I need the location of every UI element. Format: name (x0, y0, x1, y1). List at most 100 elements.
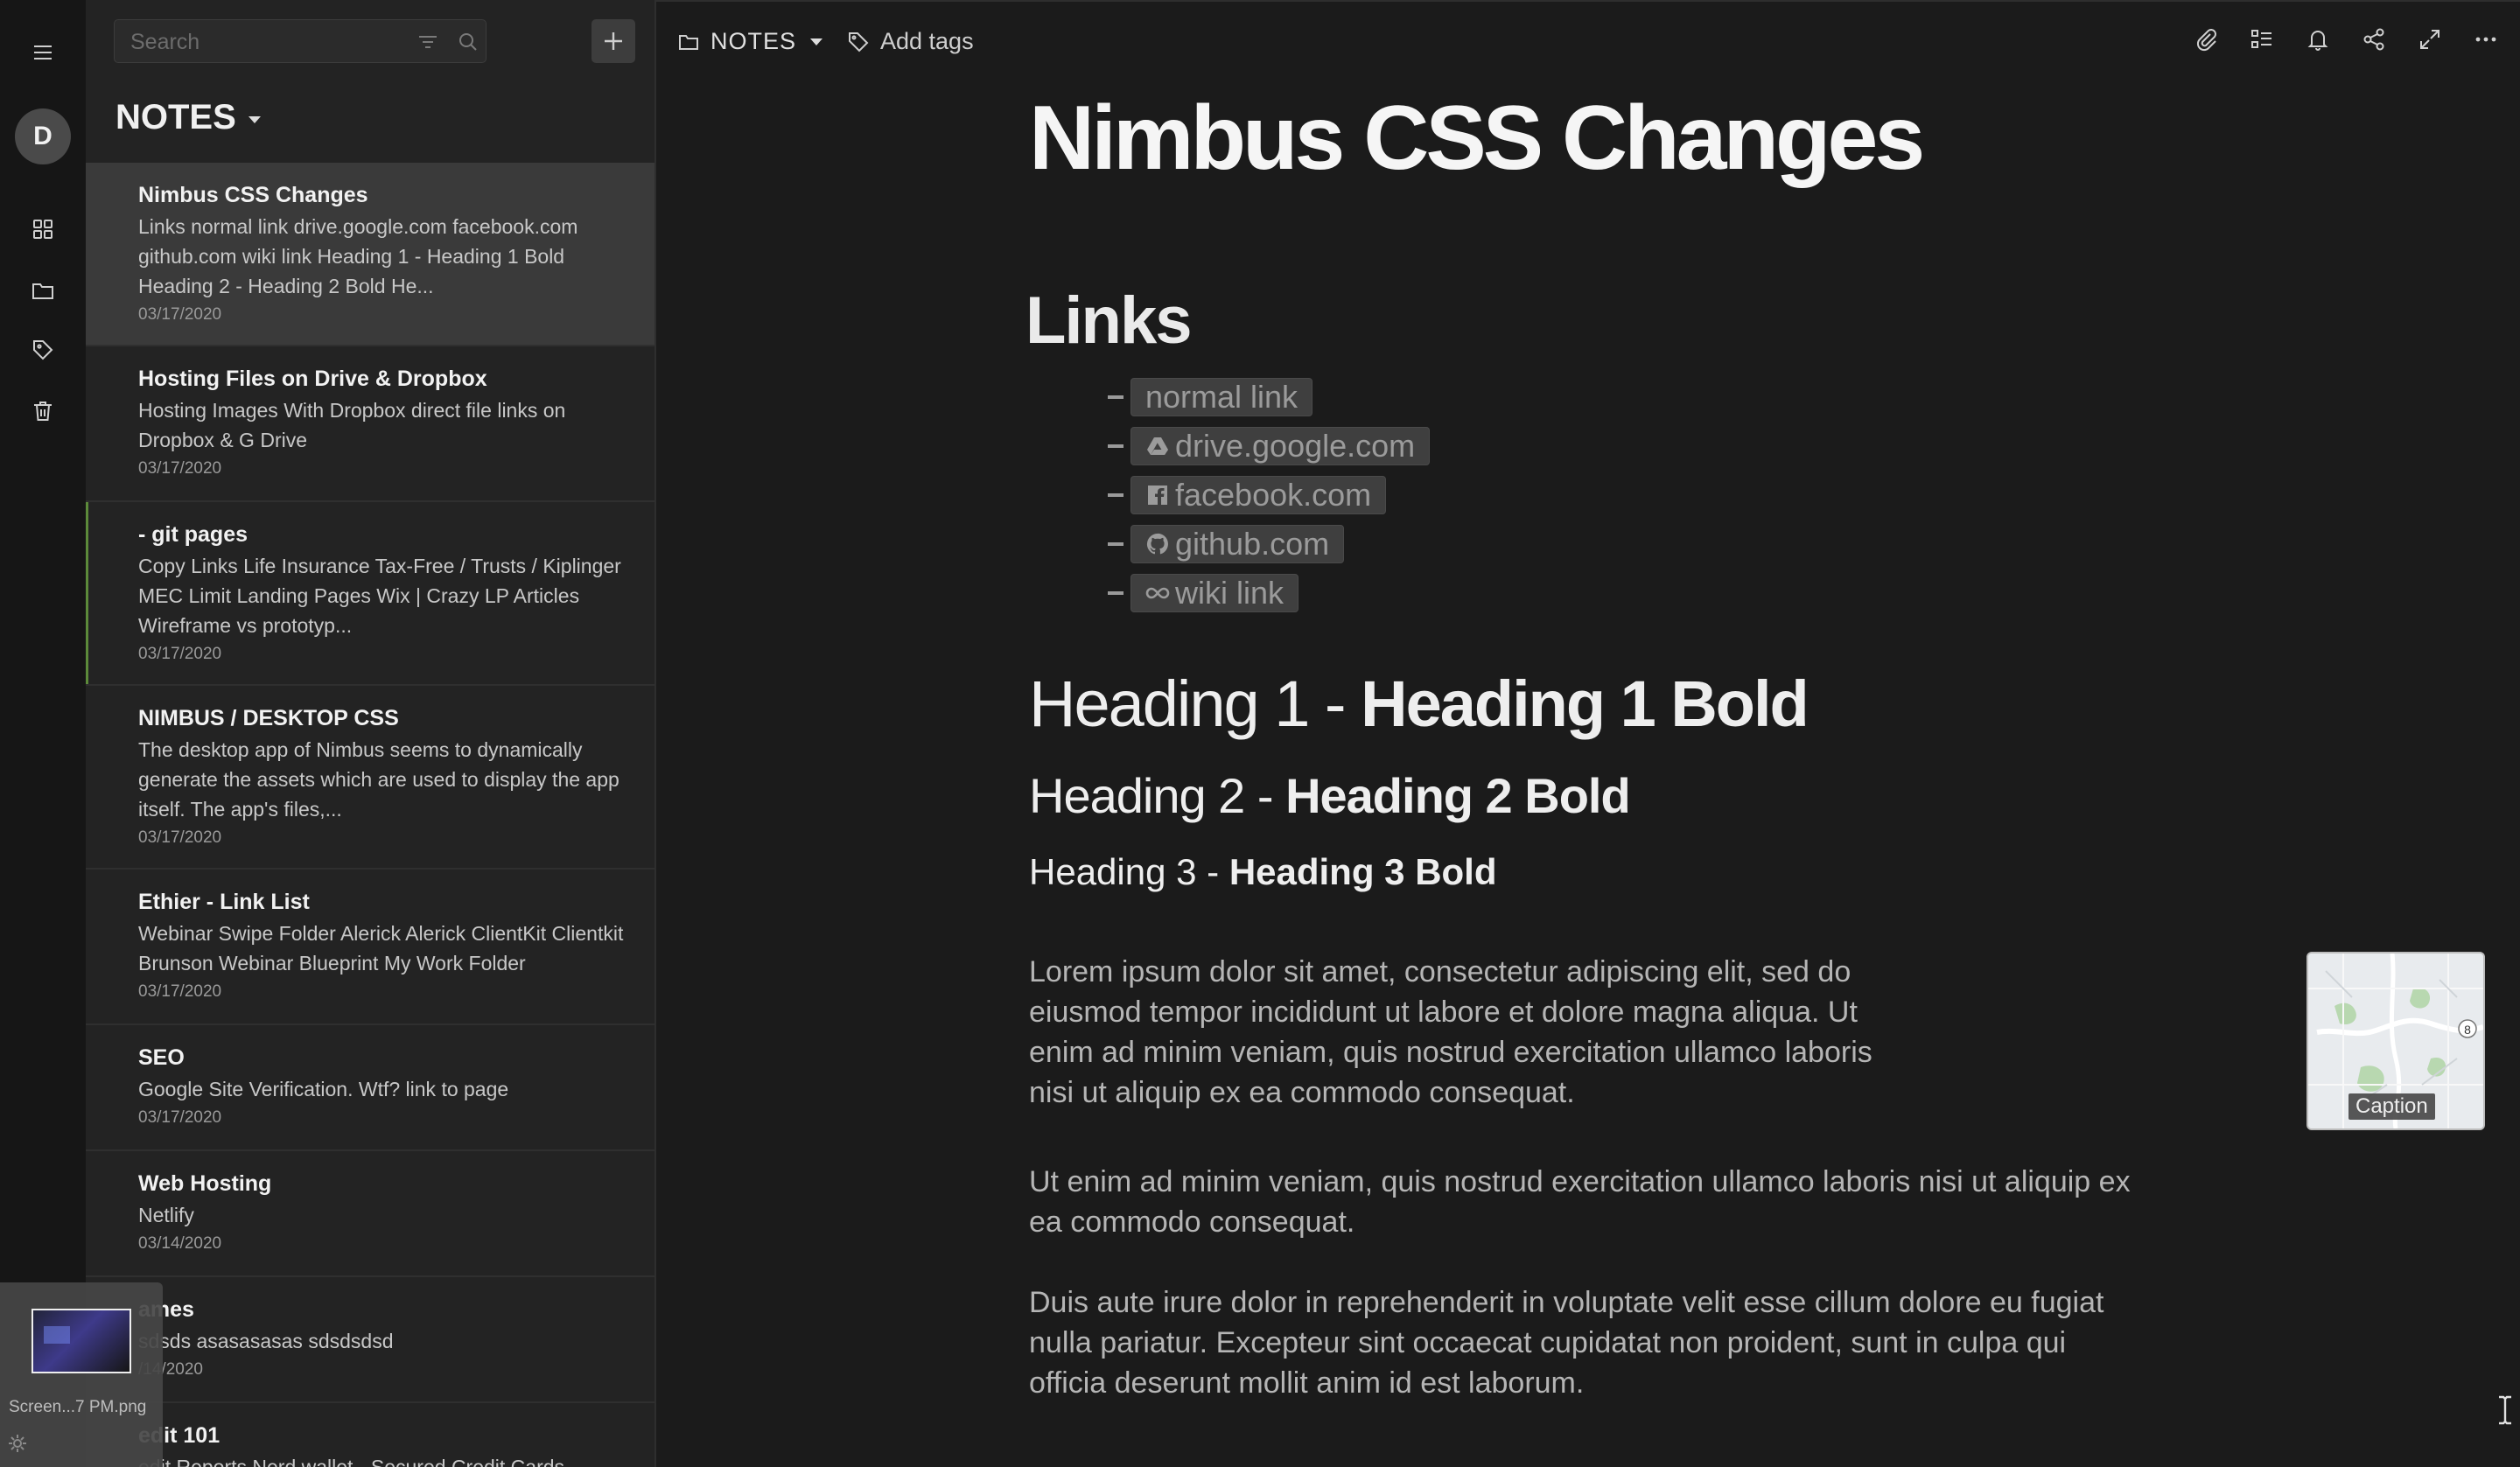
facebook-icon (1148, 486, 1167, 505)
list-dash (1108, 591, 1124, 595)
trash-icon[interactable] (25, 394, 60, 429)
note-item[interactable]: ames sdsds asasasasas sdsdsdsd /14/2020 (86, 1277, 654, 1403)
github-link[interactable]: github.com (1130, 525, 1345, 563)
route-number: 8 (2464, 1023, 2471, 1037)
top-divider (656, 0, 2520, 2)
note-preview: Webinar Swipe Folder Alerick Alerick Cli… (138, 922, 624, 975)
facebook-link[interactable]: facebook.com (1130, 476, 1387, 514)
link-label: github.com (1175, 526, 1330, 562)
heading-2: Heading 2 - Heading 2 Bold (1029, 766, 1631, 826)
list-item: facebook.com (1108, 476, 1387, 514)
add-tags-button[interactable]: Add tags (847, 28, 974, 55)
search-box (114, 19, 486, 64)
note-preview: sdsds asasasasas sdsdsdsd (138, 1330, 394, 1352)
left-rail: D (0, 0, 87, 1467)
search-icon[interactable] (456, 30, 480, 54)
more-icon[interactable] (2473, 26, 2499, 52)
list-dash (1108, 395, 1124, 399)
folder-name: NOTES (710, 28, 797, 54)
link-label: wiki link (1175, 575, 1284, 611)
folder-icon[interactable] (25, 273, 60, 308)
note-date: 03/17/2020 (138, 1108, 222, 1127)
links-heading: Links (1026, 283, 1192, 358)
note-item[interactable]: Nimbus CSS Changes Links normal link dri… (86, 163, 654, 346)
bell-icon[interactable] (2305, 26, 2331, 52)
note-date: 03/17/2020 (138, 982, 222, 1001)
list-dash (1108, 542, 1124, 546)
page-title[interactable]: Nimbus CSS Changes (1029, 86, 1925, 191)
share-icon[interactable] (2361, 26, 2387, 52)
list-title-text: NOTES (116, 98, 236, 136)
infinity-icon (1145, 587, 1170, 599)
dashboard-icon[interactable] (25, 212, 60, 247)
note-preview: The desktop app of Nimbus seems to dynam… (138, 738, 620, 821)
note-title: ames (138, 1297, 194, 1322)
note-title: Web Hosting (138, 1171, 272, 1196)
attachment-icon[interactable] (2193, 26, 2219, 52)
expand-icon[interactable] (2417, 26, 2443, 52)
notes-list: Nimbus CSS Changes Links normal link dri… (86, 163, 654, 1467)
normal-link[interactable]: normal link (1130, 378, 1313, 416)
note-title: - git pages (138, 522, 248, 547)
link-label: facebook.com (1175, 477, 1372, 513)
list-dash (1108, 493, 1124, 497)
folder-breadcrumb[interactable]: NOTES (677, 28, 823, 55)
note-date: 03/17/2020 (138, 645, 222, 663)
notes-list-panel: NOTES Nimbus CSS Changes Links normal li… (86, 0, 656, 1467)
chevron-down-icon (810, 38, 823, 45)
note-preview: Hosting Images With Dropbox direct file … (138, 399, 566, 451)
wiki-link[interactable]: wiki link (1130, 574, 1299, 612)
menu-icon[interactable] (25, 35, 60, 70)
note-title: Ethier - Link List (138, 890, 310, 914)
add-tags-label: Add tags (880, 28, 974, 54)
list-folder-title[interactable]: NOTES (116, 98, 261, 137)
note-title: NIMBUS / DESKTOP CSS (138, 706, 399, 730)
avatar-initial: D (33, 122, 52, 150)
note-item[interactable]: - git pages Copy Links Life Insurance Ta… (86, 502, 654, 686)
note-title: Hosting Files on Drive & Dropbox (138, 367, 487, 391)
list-dash (1108, 444, 1124, 448)
search-input[interactable] (129, 20, 395, 64)
drive-link[interactable]: drive.google.com (1130, 427, 1431, 465)
plus-icon (605, 32, 622, 50)
text-cursor-icon (2496, 1394, 2515, 1426)
heading-1: Heading 1 - Heading 1 Bold (1029, 665, 1810, 744)
outline-icon[interactable] (2249, 26, 2275, 52)
note-item[interactable]: SEO Google Site Verification. Wtf? link … (86, 1025, 654, 1151)
heading-3-bold: Heading 3 Bold (1228, 851, 1497, 892)
drive-icon (1147, 437, 1168, 455)
editor-panel: NOTES Add tags Nimbus CSS Changes Links (656, 0, 2520, 1467)
note-date: 03/17/2020 (138, 828, 222, 847)
paragraph: Duis aute irure dolor in reprehenderit i… (1029, 1286, 2104, 1400)
thumbnail-image (32, 1309, 131, 1373)
note-preview: Copy Links Life Insurance Tax-Free / Tru… (138, 555, 621, 637)
note-preview: edit Reports Nerd wallet - Secured Credi… (138, 1456, 565, 1467)
note-title: SEO (138, 1045, 185, 1070)
note-item[interactable]: Hosting Files on Drive & Dropbox Hosting… (86, 346, 654, 502)
heading-3: Heading 3 - Heading 3 Bold (1029, 849, 1497, 896)
gear-icon[interactable] (7, 1433, 28, 1454)
heading-1-bold: Heading 1 Bold (1361, 667, 1810, 740)
folder-icon (679, 34, 698, 50)
note-item[interactable]: edit 101 edit Reports Nerd wallet - Secu… (86, 1403, 654, 1467)
note-preview: Netlify (138, 1204, 194, 1226)
note-title: Nimbus CSS Changes (138, 183, 368, 207)
map-caption: Caption (2348, 1093, 2435, 1120)
heading-2-regular: Heading 2 - (1029, 768, 1286, 823)
screenshot-thumbnail[interactable]: Screen...7 PM.png (0, 1282, 163, 1467)
note-preview: Google Site Verification. Wtf? link to p… (138, 1078, 509, 1100)
list-item: drive.google.com (1108, 427, 1431, 465)
note-date: /14/2020 (138, 1360, 203, 1379)
note-item[interactable]: Ethier - Link List Webinar Swipe Folder … (86, 870, 654, 1025)
link-label: drive.google.com (1175, 428, 1416, 464)
heading-1-regular: Heading 1 - (1029, 667, 1362, 740)
map-image[interactable]: 8 Caption (2306, 952, 2485, 1130)
note-date: 03/14/2020 (138, 1234, 222, 1253)
note-item[interactable]: Web Hosting Netlify 03/14/2020 (86, 1151, 654, 1277)
new-note-button[interactable] (592, 19, 635, 63)
avatar[interactable]: D (15, 108, 71, 164)
filter-icon[interactable] (416, 30, 440, 54)
tag-icon[interactable] (25, 332, 60, 367)
link-label: normal link (1145, 379, 1298, 415)
note-item[interactable]: NIMBUS / DESKTOP CSS The desktop app of … (86, 686, 654, 870)
